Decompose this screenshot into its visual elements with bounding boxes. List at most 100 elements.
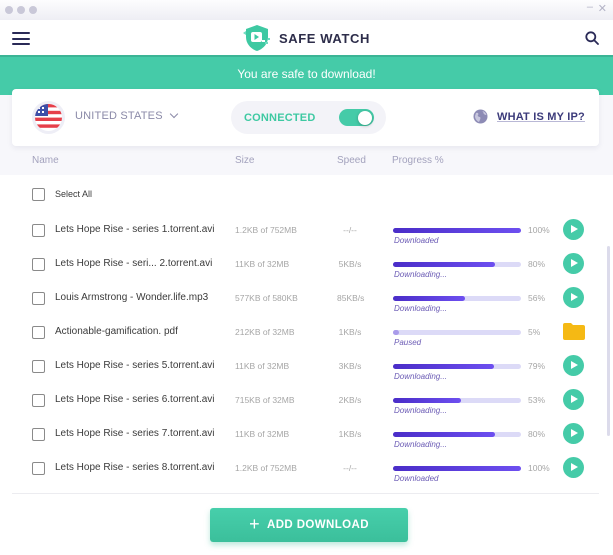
play-icon[interactable] <box>563 253 584 274</box>
progress-fill <box>393 262 496 267</box>
row-checkbox[interactable] <box>32 224 45 237</box>
globe-icon <box>473 109 488 124</box>
column-header-progress[interactable]: Progress % <box>392 155 444 166</box>
progress-percent: 79% <box>528 361 546 371</box>
row-checkbox[interactable] <box>32 394 45 407</box>
connection-label: CONNECTED <box>244 112 316 124</box>
window-dot[interactable] <box>29 6 37 14</box>
file-size: 1.2KB of 752MB <box>235 225 297 235</box>
download-speed: --/-- <box>343 225 357 235</box>
file-name: Lets Hope Rise - series 6.torrent.avi <box>55 394 215 405</box>
country-selector[interactable]: UNITED STATES <box>75 109 179 122</box>
title-bar: – ✕ <box>0 0 613 20</box>
download-status: Downloading... <box>394 406 447 415</box>
download-row: Lets Hope Rise - series 6.torrent.avi 715… <box>0 388 600 422</box>
progress-bar <box>393 296 521 301</box>
progress-fill <box>393 330 400 335</box>
play-icon[interactable] <box>563 219 584 240</box>
download-row: Lets Hope Rise - series 5.torrent.avi 11K… <box>0 354 600 388</box>
file-name: Lets Hope Rise - series 1.torrent.avi <box>55 224 215 235</box>
progress-bar <box>393 398 521 403</box>
download-row: Actionable-gamification. pdf 212KB of 32M… <box>0 320 600 354</box>
add-download-label: ADD DOWNLOAD <box>267 519 369 531</box>
select-all-label: Select All <box>55 189 93 199</box>
file-size: 577KB of 580KB <box>235 293 298 303</box>
download-row: Lets Hope Rise - seri... 2.torrent.avi 11… <box>0 252 600 286</box>
file-name: Actionable-gamification. pdf <box>55 326 178 337</box>
column-header-size[interactable]: Size <box>235 155 254 166</box>
connection-status: CONNECTED <box>231 101 386 134</box>
select-all-checkbox[interactable] <box>32 188 45 201</box>
banner-text: You are safe to download! <box>237 67 376 81</box>
us-flag-icon <box>32 101 65 134</box>
progress-percent: 5% <box>528 327 541 337</box>
column-header-name[interactable]: Name <box>32 155 59 166</box>
file-name: Lets Hope Rise - seri... 2.torrent.avi <box>55 258 213 269</box>
download-speed: 85KB/s <box>337 293 365 303</box>
connection-card: UNITED STATES CONNECTED WHAT IS MY IP? <box>12 89 599 146</box>
column-header-speed[interactable]: Speed <box>337 155 366 166</box>
progress-fill <box>393 466 521 471</box>
divider <box>12 493 599 494</box>
app-header: SAFE WATCH <box>0 20 613 55</box>
toggle-knob <box>358 110 372 125</box>
progress-fill <box>393 398 461 403</box>
play-icon[interactable] <box>563 423 584 444</box>
add-download-button[interactable]: + ADD DOWNLOAD <box>210 508 408 542</box>
progress-bar <box>393 330 521 335</box>
download-speed: 5KB/s <box>338 259 362 269</box>
progress-percent: 56% <box>528 293 546 303</box>
row-checkbox[interactable] <box>32 258 45 271</box>
progress-fill <box>393 364 495 369</box>
app-window: – ✕ SAFE WATCH You are safe to download!… <box>0 0 613 555</box>
scrollbar[interactable] <box>607 246 610 436</box>
download-status: Downloading... <box>394 372 447 381</box>
folder-icon[interactable] <box>563 323 585 340</box>
play-icon[interactable] <box>563 287 584 308</box>
app-title: SAFE WATCH <box>279 30 370 46</box>
hamburger-menu-icon[interactable] <box>12 32 30 45</box>
play-icon[interactable] <box>563 457 584 478</box>
row-checkbox[interactable] <box>32 360 45 373</box>
row-checkbox[interactable] <box>32 462 45 475</box>
file-size: 212KB of 32MB <box>235 327 295 337</box>
file-size: 715KB of 32MB <box>235 395 295 405</box>
progress-bar <box>393 466 521 471</box>
file-size: 11KB of 32MB <box>235 429 290 439</box>
country-label: UNITED STATES <box>75 110 163 122</box>
search-icon[interactable] <box>585 31 599 45</box>
window-dot[interactable] <box>5 6 13 14</box>
window-dots <box>5 6 37 14</box>
download-speed: 1KB/s <box>338 429 362 439</box>
progress-bar <box>393 262 521 267</box>
download-speed: 3KB/s <box>338 361 362 371</box>
play-icon[interactable] <box>563 389 584 410</box>
progress-fill <box>393 296 465 301</box>
download-status: Downloaded <box>394 236 439 245</box>
close-button[interactable]: ✕ <box>598 2 607 15</box>
chevron-down-icon <box>169 109 179 119</box>
progress-fill <box>393 432 496 437</box>
file-name: Lets Hope Rise - series 8.torrent.avi <box>55 462 215 473</box>
progress-percent: 53% <box>528 395 546 405</box>
connection-toggle[interactable] <box>339 109 374 126</box>
file-size: 11KB of 32MB <box>235 361 290 371</box>
shield-play-icon <box>243 25 270 51</box>
progress-percent: 80% <box>528 429 546 439</box>
progress-percent: 80% <box>528 259 546 269</box>
row-checkbox[interactable] <box>32 292 45 305</box>
row-checkbox[interactable] <box>32 326 45 339</box>
download-row: Lets Hope Rise - series 8.torrent.avi 1.2… <box>0 456 600 490</box>
file-size: 11KB of 32MB <box>235 259 290 269</box>
progress-bar <box>393 228 521 233</box>
minimize-button[interactable]: – <box>587 1 593 13</box>
progress-percent: 100% <box>528 225 550 235</box>
file-size: 1.2KB of 752MB <box>235 463 297 473</box>
plus-icon: + <box>249 514 260 534</box>
window-dot[interactable] <box>17 6 25 14</box>
download-row: Louis Armstrong - Wonder.life.mp3 577KB o… <box>0 286 600 320</box>
play-icon[interactable] <box>563 355 584 376</box>
what-is-my-ip-link[interactable]: WHAT IS MY IP? <box>473 109 585 124</box>
progress-fill <box>393 228 521 233</box>
row-checkbox[interactable] <box>32 428 45 441</box>
